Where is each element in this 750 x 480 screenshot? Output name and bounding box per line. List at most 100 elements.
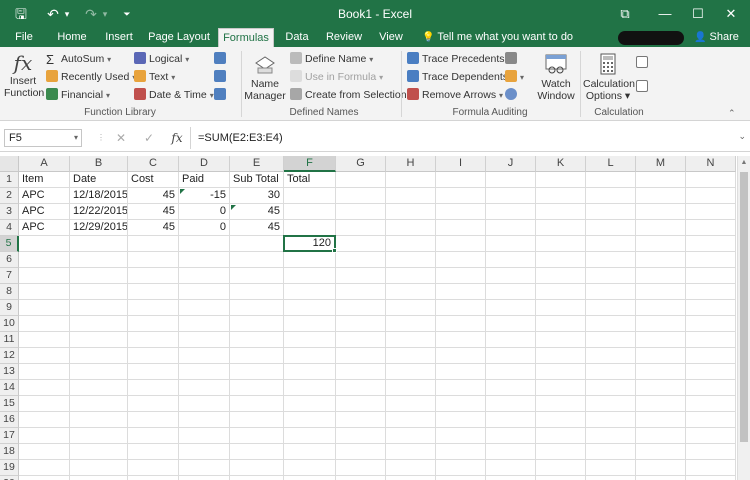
cell-m15[interactable] xyxy=(636,396,686,412)
recently-used-button[interactable]: Recently Used ▾ xyxy=(46,69,136,85)
cell-c4[interactable]: 45 xyxy=(128,220,179,236)
cell-c18[interactable] xyxy=(128,444,179,460)
cell-c1[interactable]: Cost xyxy=(128,172,179,188)
cell-n5[interactable] xyxy=(686,236,736,252)
cell-a11[interactable] xyxy=(19,332,70,348)
cell-j17[interactable] xyxy=(486,428,536,444)
cell-g8[interactable] xyxy=(336,284,386,300)
cell-n19[interactable] xyxy=(686,460,736,476)
cell-m2[interactable] xyxy=(636,188,686,204)
cell-j20[interactable] xyxy=(486,476,536,480)
cell-d13[interactable] xyxy=(179,364,230,380)
cell-k15[interactable] xyxy=(536,396,586,412)
cell-k19[interactable] xyxy=(536,460,586,476)
cell-k6[interactable] xyxy=(536,252,586,268)
cell-d2[interactable]: -15 xyxy=(179,188,230,204)
cell-f2[interactable] xyxy=(284,188,336,204)
show-formulas-button[interactable] xyxy=(505,51,520,67)
minimize-button[interactable]: — xyxy=(650,4,680,24)
row-header-17[interactable]: 17 xyxy=(0,428,19,444)
tab-file[interactable]: File xyxy=(8,28,40,47)
cell-n10[interactable] xyxy=(686,316,736,332)
cell-h6[interactable] xyxy=(386,252,436,268)
cell-d3[interactable]: 0 xyxy=(179,204,230,220)
column-header-j[interactable]: J xyxy=(486,156,536,172)
cell-c5[interactable] xyxy=(128,236,179,252)
cell-g3[interactable] xyxy=(336,204,386,220)
cell-h9[interactable] xyxy=(386,300,436,316)
cell-m11[interactable] xyxy=(636,332,686,348)
cell-i2[interactable] xyxy=(436,188,486,204)
close-button[interactable]: ✕ xyxy=(716,4,746,24)
cell-f20[interactable] xyxy=(284,476,336,480)
cell-j11[interactable] xyxy=(486,332,536,348)
cell-e12[interactable] xyxy=(230,348,284,364)
cell-e17[interactable] xyxy=(230,428,284,444)
cell-b5[interactable] xyxy=(70,236,128,252)
cell-g15[interactable] xyxy=(336,396,386,412)
cell-e5[interactable] xyxy=(230,236,284,252)
cell-e18[interactable] xyxy=(230,444,284,460)
row-header-4[interactable]: 4 xyxy=(0,220,19,236)
date-time-button[interactable]: Date & Time ▾ xyxy=(134,87,214,103)
cell-g17[interactable] xyxy=(336,428,386,444)
calculation-options-button[interactable]: Calculation Options ▾ xyxy=(583,53,635,102)
cell-n1[interactable] xyxy=(686,172,736,188)
cell-f4[interactable] xyxy=(284,220,336,236)
insert-function-icon[interactable]: fx xyxy=(168,129,186,147)
row-header-15[interactable]: 15 xyxy=(0,396,19,412)
cell-c15[interactable] xyxy=(128,396,179,412)
cell-b13[interactable] xyxy=(70,364,128,380)
tab-page-layout[interactable]: Page Layout xyxy=(146,28,212,47)
cell-c2[interactable]: 45 xyxy=(128,188,179,204)
cell-a18[interactable] xyxy=(19,444,70,460)
cell-n6[interactable] xyxy=(686,252,736,268)
cell-i20[interactable] xyxy=(436,476,486,480)
cell-i7[interactable] xyxy=(436,268,486,284)
cell-c14[interactable] xyxy=(128,380,179,396)
cell-n17[interactable] xyxy=(686,428,736,444)
error-indicator-icon[interactable] xyxy=(231,205,236,210)
cell-m19[interactable] xyxy=(636,460,686,476)
cell-k5[interactable] xyxy=(536,236,586,252)
cell-f16[interactable] xyxy=(284,412,336,428)
cell-i15[interactable] xyxy=(436,396,486,412)
use-in-formula-button[interactable]: Use in Formula ▾ xyxy=(290,69,383,85)
cell-k18[interactable] xyxy=(536,444,586,460)
cell-j9[interactable] xyxy=(486,300,536,316)
cell-e10[interactable] xyxy=(230,316,284,332)
cell-m10[interactable] xyxy=(636,316,686,332)
worksheet-grid[interactable]: A B C D E F G H I J K L M N 1 Item Date Cost Paid Sub Total… xyxy=(0,156,737,480)
cell-k1[interactable] xyxy=(536,172,586,188)
cell-k14[interactable] xyxy=(536,380,586,396)
cell-e16[interactable] xyxy=(230,412,284,428)
cell-i13[interactable] xyxy=(436,364,486,380)
cell-m4[interactable] xyxy=(636,220,686,236)
column-header-n[interactable]: N xyxy=(686,156,736,172)
cell-n18[interactable] xyxy=(686,444,736,460)
cell-a14[interactable] xyxy=(19,380,70,396)
cell-f19[interactable] xyxy=(284,460,336,476)
cell-j16[interactable] xyxy=(486,412,536,428)
cell-n13[interactable] xyxy=(686,364,736,380)
row-header-6[interactable]: 6 xyxy=(0,252,19,268)
error-checking-button[interactable]: ▾ xyxy=(505,69,524,85)
cell-n12[interactable] xyxy=(686,348,736,364)
cell-l11[interactable] xyxy=(586,332,636,348)
active-cell[interactable]: 120 xyxy=(283,235,336,252)
remove-arrows-button[interactable]: Remove Arrows ▾ xyxy=(407,87,503,103)
scroll-up-icon[interactable]: ▲ xyxy=(738,157,750,169)
cell-e9[interactable] xyxy=(230,300,284,316)
cell-e13[interactable] xyxy=(230,364,284,380)
cell-g2[interactable] xyxy=(336,188,386,204)
cell-a4[interactable]: APC xyxy=(19,220,70,236)
cell-f14[interactable] xyxy=(284,380,336,396)
cell-b10[interactable] xyxy=(70,316,128,332)
cell-e3[interactable]: 45 xyxy=(230,204,284,220)
cell-b4[interactable]: 12/29/2015 xyxy=(70,220,128,236)
cell-l19[interactable] xyxy=(586,460,636,476)
cell-l1[interactable] xyxy=(586,172,636,188)
cell-b9[interactable] xyxy=(70,300,128,316)
share-button[interactable]: 👤 Share xyxy=(694,28,739,47)
cell-k4[interactable] xyxy=(536,220,586,236)
